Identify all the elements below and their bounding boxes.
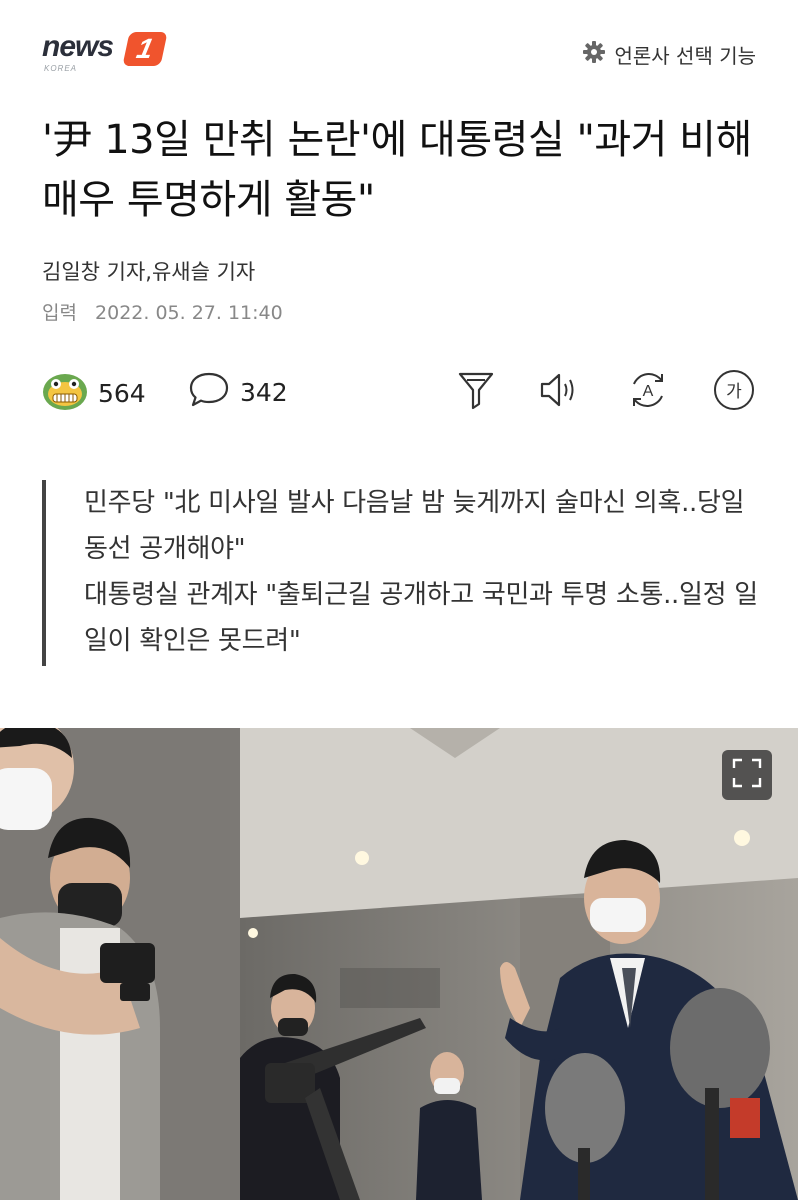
- comment-count: 342: [240, 377, 288, 407]
- translate-letter: A: [643, 383, 654, 400]
- summary-line: 대통령실 관계자 "출퇴근길 공개하고 국민과 투명 소통..일정 일일이 확인…: [84, 580, 758, 656]
- timestamp-value: 2022. 05. 27. 11:40: [95, 302, 283, 324]
- font-size-button[interactable]: 가: [712, 370, 756, 414]
- article-headline: '尹 13일 만취 논란'에 대통령실 "과거 비해 매우 투명하게 활동": [42, 117, 752, 223]
- expand-photo-button[interactable]: [722, 750, 772, 800]
- logo-wordmark: news: [42, 30, 114, 63]
- reaction-emoji-icon: [42, 370, 88, 416]
- summary-line: 민주당 "北 미사일 발사 다음날 밤 늦게까지 술마신 의혹..당일 동선 공…: [84, 488, 745, 564]
- summary-icon: [457, 370, 495, 414]
- article-summary: 민주당 "北 미사일 발사 다음날 밤 늦게까지 술마신 의혹..당일 동선 공…: [42, 480, 762, 666]
- article-photo[interactable]: [0, 728, 798, 1200]
- reaction-count: 564: [98, 378, 146, 408]
- article-timestamp: 입력 2022. 05. 27. 11:40: [42, 298, 283, 325]
- summary-button[interactable]: [454, 370, 498, 414]
- font-size-letter: 가: [726, 382, 742, 402]
- expand-icon: [732, 758, 762, 792]
- font-size-icon: 가: [712, 368, 756, 416]
- gear-icon: [582, 40, 614, 69]
- tts-icon: [538, 370, 582, 414]
- translate-icon: A: [626, 368, 670, 416]
- tts-button[interactable]: [538, 370, 582, 414]
- press-briefing-photo: [0, 728, 798, 1200]
- article-byline[interactable]: 김일창 기자,유새슬 기자: [42, 256, 255, 286]
- translate-button[interactable]: A: [626, 370, 670, 414]
- news1-logo[interactable]: news 1 KOREA: [42, 30, 172, 76]
- comment-icon: [188, 370, 230, 414]
- article-action-bar: 564 342 A 가: [42, 366, 758, 416]
- logo-badge: 1: [122, 32, 168, 66]
- header: news 1 KOREA 언론사 선택 기능: [0, 0, 798, 100]
- press-select-button[interactable]: 언론사 선택 기능: [582, 40, 756, 69]
- comment-button[interactable]: 342: [188, 370, 288, 414]
- timestamp-label: 입력: [42, 302, 77, 324]
- reaction-button[interactable]: 564: [42, 370, 146, 416]
- press-select-label: 언론사 선택 기능: [614, 44, 756, 68]
- logo-subtitle: KOREA: [44, 64, 78, 73]
